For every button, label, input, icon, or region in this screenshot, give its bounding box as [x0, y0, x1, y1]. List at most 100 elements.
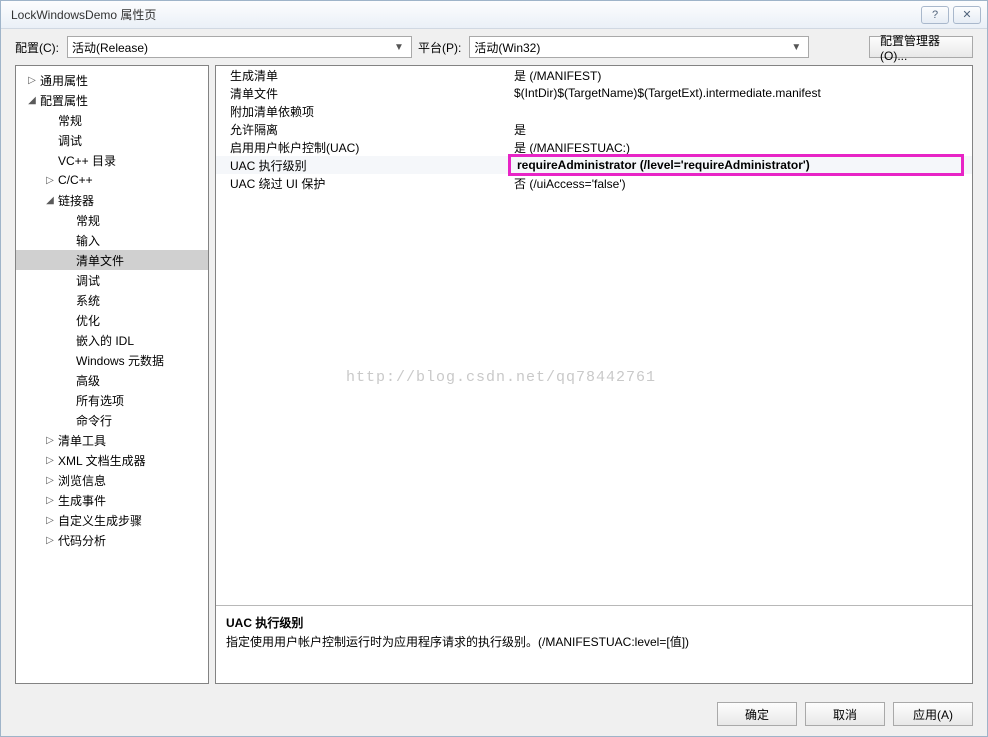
property-row[interactable]: UAC 执行级别requireAdministrator (/level='re…: [216, 156, 972, 174]
window-title: LockWindowsDemo 属性页: [7, 6, 921, 23]
watermark-text: http://blog.csdn.net/qq78442761: [346, 369, 656, 386]
help-button[interactable]: ?: [921, 6, 949, 24]
tree-item[interactable]: 高级: [16, 370, 208, 390]
platform-label: 平台(P):: [418, 39, 461, 56]
tree-item-label: 配置属性: [38, 92, 88, 109]
property-row[interactable]: 生成清单是 (/MANIFEST): [216, 66, 972, 84]
apply-button[interactable]: 应用(A): [893, 702, 973, 726]
expand-icon[interactable]: ▷: [44, 175, 56, 186]
property-row[interactable]: 附加清单依赖项: [216, 102, 972, 120]
tree-item[interactable]: 输入: [16, 230, 208, 250]
ok-button[interactable]: 确定: [717, 702, 797, 726]
expand-icon[interactable]: ▷: [44, 435, 56, 446]
tree-item[interactable]: ▷代码分析: [16, 530, 208, 550]
tree-item[interactable]: 常规: [16, 110, 208, 130]
description-title: UAC 执行级别: [226, 614, 962, 631]
tree-item[interactable]: 命令行: [16, 410, 208, 430]
tree-item[interactable]: 所有选项: [16, 390, 208, 410]
property-value[interactable]: 是: [508, 121, 972, 138]
tree-item-label: 系统: [74, 292, 100, 309]
collapse-icon[interactable]: ◢: [44, 195, 56, 206]
category-tree[interactable]: ▷通用属性◢配置属性常规调试VC++ 目录▷C/C++◢链接器常规输入清单文件调…: [15, 65, 209, 684]
property-row[interactable]: UAC 绕过 UI 保护否 (/uiAccess='false'): [216, 174, 972, 192]
tree-item-label: 通用属性: [38, 72, 88, 89]
tree-item[interactable]: ▷XML 文档生成器: [16, 450, 208, 470]
close-icon: ✕: [962, 8, 971, 21]
tree-item[interactable]: 调试: [16, 130, 208, 150]
property-name: 生成清单: [216, 67, 508, 84]
toolbar: 配置(C): 活动(Release) ▼ 平台(P): 活动(Win32) ▼ …: [1, 29, 987, 65]
config-label: 配置(C):: [15, 39, 59, 56]
expand-icon[interactable]: ▷: [44, 515, 56, 526]
tree-item[interactable]: Windows 元数据: [16, 350, 208, 370]
property-row[interactable]: 允许隔离是: [216, 120, 972, 138]
expand-icon[interactable]: ▷: [26, 75, 38, 86]
collapse-icon[interactable]: ◢: [26, 95, 38, 106]
tree-item[interactable]: ◢配置属性: [16, 90, 208, 110]
config-combo-value: 活动(Release): [72, 39, 391, 56]
tree-item-label: 嵌入的 IDL: [74, 332, 134, 349]
tree-item-label: 调试: [56, 132, 82, 149]
cancel-button[interactable]: 取消: [805, 702, 885, 726]
expand-icon[interactable]: ▷: [44, 535, 56, 546]
tree-item-label: VC++ 目录: [56, 152, 116, 169]
platform-combo[interactable]: 活动(Win32) ▼: [469, 36, 809, 58]
tree-item-label: XML 文档生成器: [56, 452, 146, 469]
property-value[interactable]: 是 (/MANIFESTUAC:): [508, 139, 972, 156]
property-name: UAC 执行级别: [216, 157, 508, 174]
tree-item[interactable]: ▷自定义生成步骤: [16, 510, 208, 530]
chevron-down-icon: ▼: [788, 42, 804, 53]
tree-item-label: Windows 元数据: [74, 352, 164, 369]
tree-item[interactable]: 调试: [16, 270, 208, 290]
property-row[interactable]: 清单文件$(IntDir)$(TargetName)$(TargetExt).i…: [216, 84, 972, 102]
property-name: 附加清单依赖项: [216, 103, 508, 120]
expand-icon[interactable]: ▷: [44, 475, 56, 486]
description-panel: UAC 执行级别 指定使用用户帐户控制运行时为应用程序请求的执行级别。(/MAN…: [216, 605, 972, 683]
titlebar: LockWindowsDemo 属性页 ? ✕: [1, 1, 987, 29]
tree-item-label: 优化: [74, 312, 100, 329]
tree-item-label: 清单工具: [56, 432, 106, 449]
description-text: 指定使用用户帐户控制运行时为应用程序请求的执行级别。(/MANIFESTUAC:…: [226, 633, 962, 650]
tree-item[interactable]: 优化: [16, 310, 208, 330]
property-value[interactable]: 是 (/MANIFEST): [508, 67, 972, 84]
main-area: ▷通用属性◢配置属性常规调试VC++ 目录▷C/C++◢链接器常规输入清单文件调…: [1, 65, 987, 692]
tree-item-label: 高级: [74, 372, 100, 389]
property-name: 清单文件: [216, 85, 508, 102]
property-value[interactable]: $(IntDir)$(TargetName)$(TargetExt).inter…: [508, 86, 972, 100]
tree-item-label: 自定义生成步骤: [56, 512, 142, 529]
tree-item[interactable]: ▷生成事件: [16, 490, 208, 510]
tree-item-label: 链接器: [56, 192, 94, 209]
tree-item[interactable]: 清单文件: [16, 250, 208, 270]
tree-item[interactable]: 嵌入的 IDL: [16, 330, 208, 350]
tree-item-label: 命令行: [74, 412, 112, 429]
property-name: UAC 绕过 UI 保护: [216, 175, 508, 192]
tree-item[interactable]: VC++ 目录: [16, 150, 208, 170]
dialog-window: LockWindowsDemo 属性页 ? ✕ 配置(C): 活动(Releas…: [0, 0, 988, 737]
tree-item-label: 所有选项: [74, 392, 124, 409]
tree-item-label: 常规: [74, 212, 100, 229]
config-combo[interactable]: 活动(Release) ▼: [67, 36, 412, 58]
tree-item[interactable]: ▷C/C++: [16, 170, 208, 190]
tree-item-label: 调试: [74, 272, 100, 289]
tree-item-label: 浏览信息: [56, 472, 106, 489]
tree-item-label: 生成事件: [56, 492, 106, 509]
tree-item[interactable]: 系统: [16, 290, 208, 310]
expand-icon[interactable]: ▷: [44, 455, 56, 466]
tree-item[interactable]: 常规: [16, 210, 208, 230]
tree-item-label: C/C++: [56, 173, 93, 187]
tree-item[interactable]: ◢链接器: [16, 190, 208, 210]
property-value[interactable]: 否 (/uiAccess='false'): [508, 175, 972, 192]
expand-icon[interactable]: ▷: [44, 495, 56, 506]
titlebar-buttons: ? ✕: [921, 6, 981, 24]
close-button[interactable]: ✕: [953, 6, 981, 24]
property-value[interactable]: requireAdministrator (/level='requireAdm…: [508, 154, 964, 176]
property-grid[interactable]: http://blog.csdn.net/qq78442761 生成清单是 (/…: [216, 66, 972, 605]
question-icon: ?: [932, 9, 938, 21]
tree-item-label: 输入: [74, 232, 100, 249]
right-panel: http://blog.csdn.net/qq78442761 生成清单是 (/…: [215, 65, 973, 684]
tree-item[interactable]: ▷清单工具: [16, 430, 208, 450]
config-manager-button[interactable]: 配置管理器(O)...: [869, 36, 973, 58]
tree-item[interactable]: ▷通用属性: [16, 70, 208, 90]
platform-combo-value: 活动(Win32): [474, 39, 788, 56]
tree-item[interactable]: ▷浏览信息: [16, 470, 208, 490]
